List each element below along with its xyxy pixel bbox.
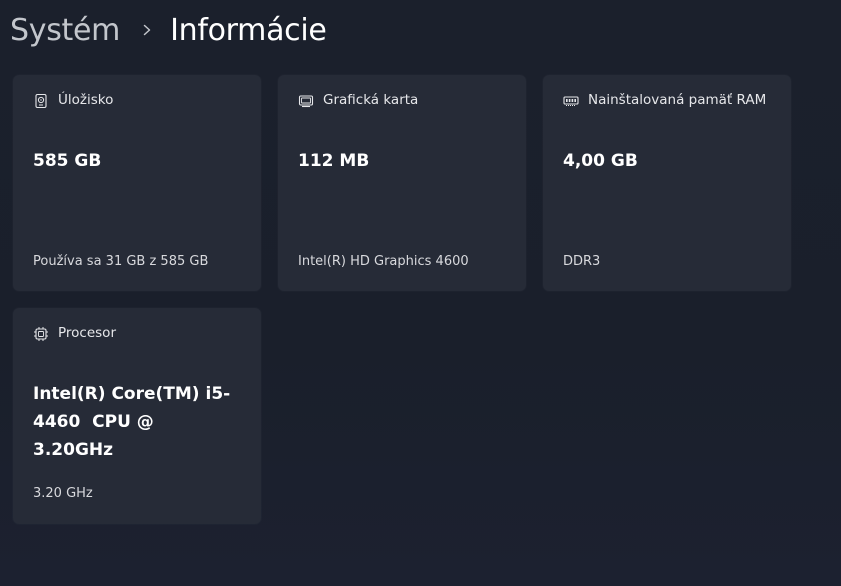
storage-title: Úložisko: [58, 92, 114, 108]
cpu-detail: 3.20 GHz: [33, 486, 93, 501]
ram-detail: DDR3: [563, 254, 601, 269]
ram-title: Nainštalovaná pamäť RAM: [588, 92, 767, 108]
gpu-value: 112 MB: [298, 151, 370, 171]
hard-drive-icon: [33, 93, 49, 109]
storage-value: 585 GB: [33, 151, 102, 171]
processor-chip-icon: [33, 326, 49, 342]
ram-card-header: Nainštalovaná pamäť RAM: [563, 92, 768, 113]
ram-card: Nainštalovaná pamäť RAM 4,00 GB DDR3: [543, 75, 791, 291]
storage-card-header: Úložisko: [33, 92, 113, 113]
cpu-card-header: Procesor: [33, 325, 116, 346]
breadcrumb: Systém Informácie: [10, 10, 327, 50]
chevron-right-icon: [140, 23, 154, 37]
storage-card: Úložisko 585 GB Používa sa 31 GB z 585 G…: [13, 75, 261, 291]
cpu-value: Intel(R) Core(TM) i5-4460 CPU @ 3.20GHz: [33, 384, 231, 460]
page-title: Informácie: [170, 12, 327, 48]
display-adapter-icon: [298, 93, 314, 109]
cpu-card: Procesor Intel(R) Core(TM) i5-4460 CPU @…: [13, 308, 261, 524]
ram-value: 4,00 GB: [563, 151, 638, 171]
gpu-card-header: Grafická karta: [298, 92, 418, 113]
gpu-detail: Intel(R) HD Graphics 4600: [298, 254, 469, 269]
breadcrumb-parent-link[interactable]: Systém: [10, 13, 120, 48]
cpu-title: Procesor: [58, 325, 116, 341]
storage-detail: Používa sa 31 GB z 585 GB: [33, 254, 209, 269]
gpu-card: Grafická karta 112 MB Intel(R) HD Graphi…: [278, 75, 526, 291]
memory-module-icon: [563, 93, 579, 109]
gpu-title: Grafická karta: [323, 92, 419, 108]
